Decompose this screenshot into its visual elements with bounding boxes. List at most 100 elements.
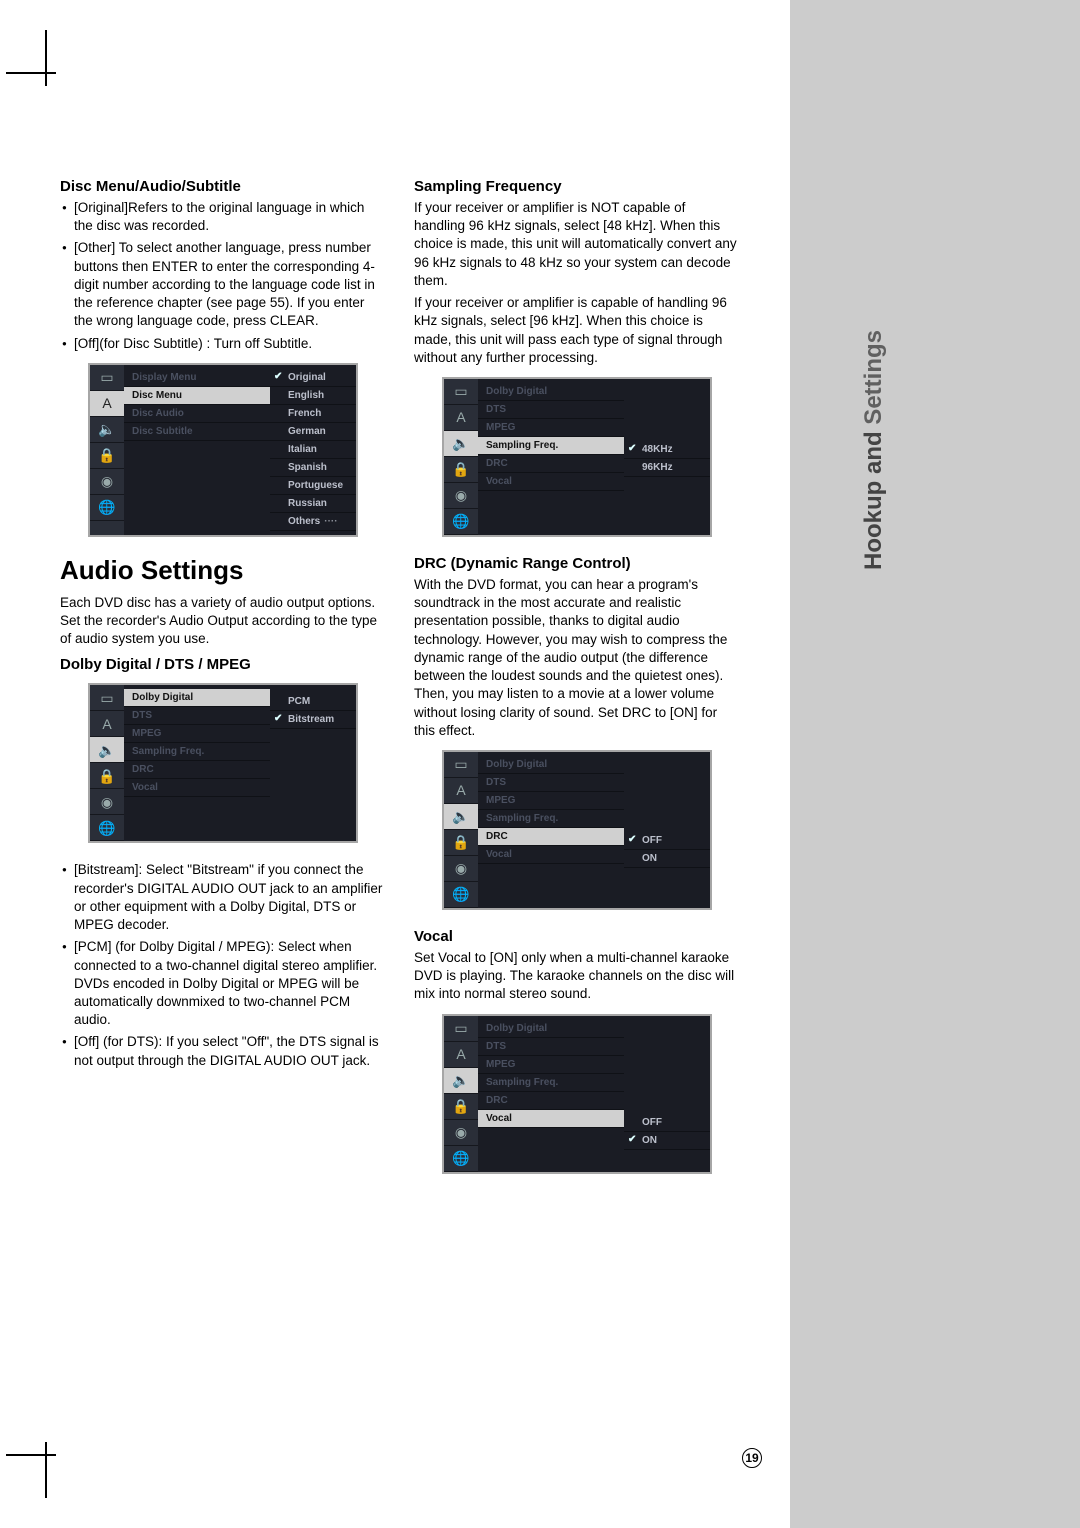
osd-option[interactable]: OFF bbox=[624, 1114, 710, 1132]
osd-tab-icon[interactable]: 🔒 bbox=[90, 763, 124, 789]
lock-icon: 🔒 bbox=[98, 448, 115, 462]
right-column: Sampling Frequency If your receiver or a… bbox=[414, 170, 740, 1192]
osd-menu-item[interactable]: Disc Audio bbox=[124, 405, 270, 423]
disc-icon: ◉ bbox=[455, 488, 467, 502]
osd-tab-icon[interactable]: 🔈 bbox=[90, 737, 124, 763]
osd-option[interactable]: Spanish bbox=[270, 459, 356, 477]
osd-option[interactable]: Others bbox=[270, 513, 356, 531]
osd-menu-item[interactable]: MPEG bbox=[478, 792, 624, 810]
osd-option[interactable]: Italian bbox=[270, 441, 356, 459]
lock-icon: 🔒 bbox=[452, 1099, 469, 1113]
osd-option[interactable]: 48KHz bbox=[624, 441, 710, 459]
osd-tab-icon[interactable]: 🌐 bbox=[90, 815, 124, 841]
osd-menu-item[interactable]: DTS bbox=[478, 1038, 624, 1056]
osd-menu-item[interactable]: Dolby Digital bbox=[124, 689, 270, 707]
osd-tab-icon[interactable]: A bbox=[90, 391, 124, 417]
osd-option[interactable]: 96KHz bbox=[624, 459, 710, 477]
osd-menu-item[interactable]: Sampling Freq. bbox=[478, 810, 624, 828]
osd-tab-icon[interactable]: 🔒 bbox=[90, 443, 124, 469]
spk-icon: 🔈 bbox=[452, 809, 469, 823]
osd-menu-item[interactable]: DRC bbox=[124, 761, 270, 779]
osd-tab-icon[interactable]: ▭ bbox=[444, 379, 478, 405]
osd-menu-item[interactable]: DRC bbox=[478, 1092, 624, 1110]
net-icon: 🌐 bbox=[452, 887, 469, 901]
osd-menu-item[interactable]: Dolby Digital bbox=[478, 383, 624, 401]
tv-icon: ▭ bbox=[100, 370, 113, 384]
A-icon: A bbox=[102, 717, 111, 731]
spk-icon: 🔈 bbox=[98, 743, 115, 757]
osd-tab-icon[interactable]: 🌐 bbox=[444, 882, 478, 908]
osd-tab-icon[interactable]: 🔈 bbox=[90, 417, 124, 443]
osd-tab-icon[interactable]: ◉ bbox=[90, 789, 124, 815]
osd-menu-item[interactable]: Vocal bbox=[124, 779, 270, 797]
osd-menu-item[interactable]: Dolby Digital bbox=[478, 1020, 624, 1038]
osd-option[interactable]: Russian bbox=[270, 495, 356, 513]
osd-tab-icon[interactable]: A bbox=[90, 711, 124, 737]
lock-icon: 🔒 bbox=[98, 769, 115, 783]
osd-tab-icon[interactable]: 🌐 bbox=[444, 509, 478, 535]
osd-language-menu: ▭ A 🔈 🔒 ◉ 🌐 Display MenuDisc MenuDisc AudioDis… bbox=[88, 363, 358, 537]
paragraph-vocal: Set Vocal to [ON] only when a multi-chan… bbox=[414, 949, 740, 1004]
osd-tab-icon[interactable]: ◉ bbox=[90, 469, 124, 495]
osd-tab-icon[interactable]: 🔈 bbox=[444, 1068, 478, 1094]
osd-tab-icon[interactable]: ▭ bbox=[444, 752, 478, 778]
A-icon: A bbox=[456, 783, 465, 797]
osd-option[interactable]: Portuguese bbox=[270, 477, 356, 495]
side-tab-line1: Hookup and bbox=[860, 431, 887, 570]
osd-tab-icon[interactable]: ◉ bbox=[444, 1120, 478, 1146]
osd-menu-item[interactable]: Sampling Freq. bbox=[124, 743, 270, 761]
osd-tab-icon[interactable]: 🔈 bbox=[444, 804, 478, 830]
osd-menu-item[interactable]: DTS bbox=[478, 401, 624, 419]
osd-option[interactable]: Original bbox=[270, 369, 356, 387]
osd-tab-icon[interactable]: 🌐 bbox=[444, 1146, 478, 1172]
osd-tab-icon[interactable]: ◉ bbox=[444, 483, 478, 509]
osd-option[interactable]: PCM bbox=[270, 693, 356, 711]
paragraph-audio-intro: Each DVD disc has a variety of audio out… bbox=[60, 594, 386, 649]
osd-menu-item[interactable]: Vocal bbox=[478, 1110, 624, 1128]
osd-tab-icon[interactable]: 🔒 bbox=[444, 830, 478, 856]
A-icon: A bbox=[102, 396, 111, 410]
osd-option[interactable]: German bbox=[270, 423, 356, 441]
heading-sampling: Sampling Frequency bbox=[414, 178, 740, 195]
heading-disc-menu: Disc Menu/Audio/Subtitle bbox=[60, 178, 386, 195]
osd-menu-item[interactable]: DRC bbox=[478, 455, 624, 473]
crop-mark bbox=[45, 30, 47, 86]
tv-icon: ▭ bbox=[100, 691, 113, 705]
osd-menu-item[interactable]: MPEG bbox=[478, 419, 624, 437]
osd-menu-item[interactable]: DTS bbox=[478, 774, 624, 792]
osd-menu-item[interactable]: Dolby Digital bbox=[478, 756, 624, 774]
osd-option[interactable]: ON bbox=[624, 1132, 710, 1150]
osd-menu-item[interactable]: Sampling Freq. bbox=[478, 1074, 624, 1092]
osd-tab-icon[interactable]: 🔈 bbox=[444, 431, 478, 457]
osd-tab-icon[interactable]: ▭ bbox=[444, 1016, 478, 1042]
osd-menu-item[interactable]: Vocal bbox=[478, 846, 624, 864]
osd-option[interactable]: OFF bbox=[624, 832, 710, 850]
side-tab: Hookup and Settings bbox=[790, 0, 1080, 1528]
osd-menu-item[interactable]: Vocal bbox=[478, 473, 624, 491]
net-icon: 🌐 bbox=[452, 1151, 469, 1165]
osd-tab-icon[interactable]: ▭ bbox=[90, 685, 124, 711]
osd-option[interactable]: English bbox=[270, 387, 356, 405]
osd-menu-item[interactable]: DTS bbox=[124, 707, 270, 725]
osd-tab-icon[interactable]: 🌐 bbox=[90, 495, 124, 521]
tv-icon: ▭ bbox=[454, 757, 467, 771]
osd-tab-icon[interactable]: ▭ bbox=[90, 365, 124, 391]
osd-option[interactable]: French bbox=[270, 405, 356, 423]
osd-menu-item[interactable]: Sampling Freq. bbox=[478, 437, 624, 455]
osd-menu-item[interactable]: Disc Menu bbox=[124, 387, 270, 405]
osd-menu-item[interactable]: MPEG bbox=[124, 725, 270, 743]
osd-option[interactable]: ON bbox=[624, 850, 710, 868]
osd-tab-icon[interactable]: ◉ bbox=[444, 856, 478, 882]
net-icon: 🌐 bbox=[98, 500, 115, 514]
osd-tab-icon[interactable]: A bbox=[444, 1042, 478, 1068]
net-icon: 🌐 bbox=[452, 514, 469, 528]
osd-tab-icon[interactable]: A bbox=[444, 778, 478, 804]
osd-option[interactable]: Bitstream bbox=[270, 711, 356, 729]
osd-menu-item[interactable]: Display Menu bbox=[124, 369, 270, 387]
osd-tab-icon[interactable]: 🔒 bbox=[444, 457, 478, 483]
osd-tab-icon[interactable]: 🔒 bbox=[444, 1094, 478, 1120]
osd-tab-icon[interactable]: A bbox=[444, 405, 478, 431]
osd-menu-item[interactable]: Disc Subtitle bbox=[124, 423, 270, 441]
osd-menu-item[interactable]: MPEG bbox=[478, 1056, 624, 1074]
osd-menu-item[interactable]: DRC bbox=[478, 828, 624, 846]
